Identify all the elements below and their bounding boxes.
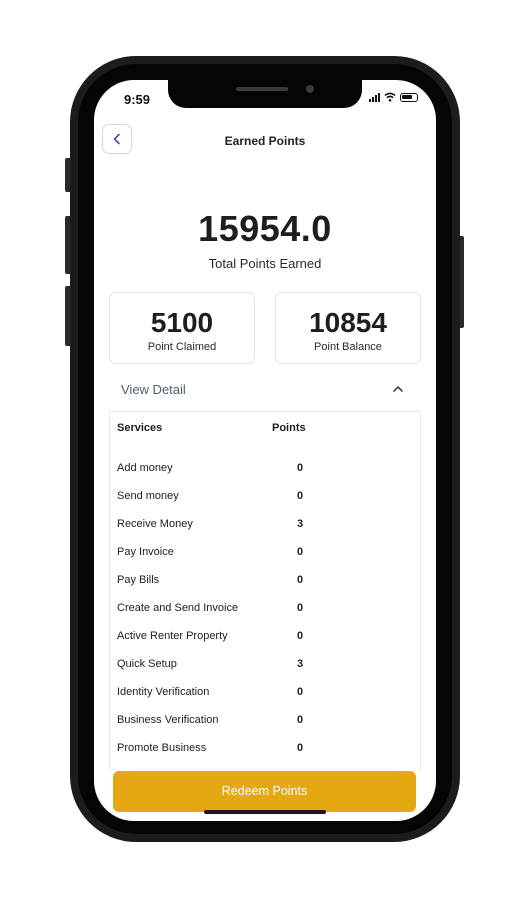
service-name: Identity Verification — [117, 686, 210, 698]
column-header-points: Points — [272, 422, 306, 434]
table-row: Identity Verification 0 — [110, 686, 420, 706]
service-points: 0 — [297, 462, 304, 474]
status-time: 9:59 — [124, 92, 151, 107]
signal-icon — [369, 92, 380, 102]
service-points: 0 — [297, 574, 304, 586]
table-row: Quick Setup 3 — [110, 658, 420, 678]
status-icons — [369, 92, 418, 102]
service-points: 0 — [297, 546, 304, 558]
table-row: Create and Send Invoice 0 — [110, 602, 420, 622]
points-claimed-value: 5100 — [150, 307, 214, 338]
point-balance-label: Point Balance — [314, 341, 382, 353]
view-detail-toggle[interactable]: View Detail — [121, 382, 186, 397]
service-name: Create and Send Invoice — [117, 602, 239, 614]
service-name: Pay Bills — [117, 574, 160, 586]
service-name: Receive Money — [117, 518, 193, 530]
service-points: 0 — [297, 602, 304, 614]
wifi-icon — [384, 92, 396, 102]
service-points: 3 — [297, 518, 304, 530]
table-row: Add money 0 — [110, 462, 420, 482]
points-claimed-card: 5100 Point Claimed — [109, 292, 255, 364]
points-claimed-label: Point Claimed — [147, 341, 217, 353]
notch — [168, 80, 362, 108]
table-row: Promote Business 0 — [110, 742, 420, 762]
page-title: Earned Points — [224, 134, 306, 148]
service-name: Active Renter Property — [117, 630, 228, 642]
point-balance-value: 10854 — [309, 307, 387, 338]
service-name: Promote Business — [117, 742, 207, 754]
column-header-services: Services — [117, 422, 163, 434]
speaker — [236, 87, 288, 91]
points-table: Services Points Add money 0 Send money 0… — [109, 411, 421, 771]
redeem-points-button[interactable]: Redeem Points — [113, 771, 416, 812]
point-balance-card: 10854 Point Balance — [275, 292, 421, 364]
service-points: 0 — [297, 490, 304, 502]
home-indicator — [204, 810, 326, 814]
service-points: 3 — [297, 658, 304, 670]
table-row: Receive Money 3 — [110, 518, 420, 538]
service-name: Send money — [117, 490, 179, 502]
table-row: Active Renter Property 0 — [110, 630, 420, 650]
front-camera — [306, 85, 314, 93]
service-points: 0 — [297, 686, 304, 698]
service-name: Quick Setup — [117, 658, 177, 670]
table-row: Business Verification 0 — [110, 714, 420, 734]
service-points: 0 — [297, 714, 304, 726]
total-points-value: 15954.0 — [198, 208, 332, 249]
table-row: Pay Invoice 0 — [110, 546, 420, 566]
chevron-up-icon[interactable] — [390, 382, 406, 396]
app-screen: 9:59 Earned Points 15954.0 Total Points … — [94, 80, 436, 821]
total-points-label: Total Points Earned — [208, 256, 322, 271]
service-points: 0 — [297, 742, 304, 754]
service-name: Pay Invoice — [117, 546, 174, 558]
table-row: Pay Bills 0 — [110, 574, 420, 594]
table-row: Send money 0 — [110, 490, 420, 510]
service-name: Add money — [117, 462, 173, 474]
battery-icon — [400, 92, 418, 102]
service-name: Business Verification — [117, 714, 219, 726]
service-points: 0 — [297, 630, 304, 642]
